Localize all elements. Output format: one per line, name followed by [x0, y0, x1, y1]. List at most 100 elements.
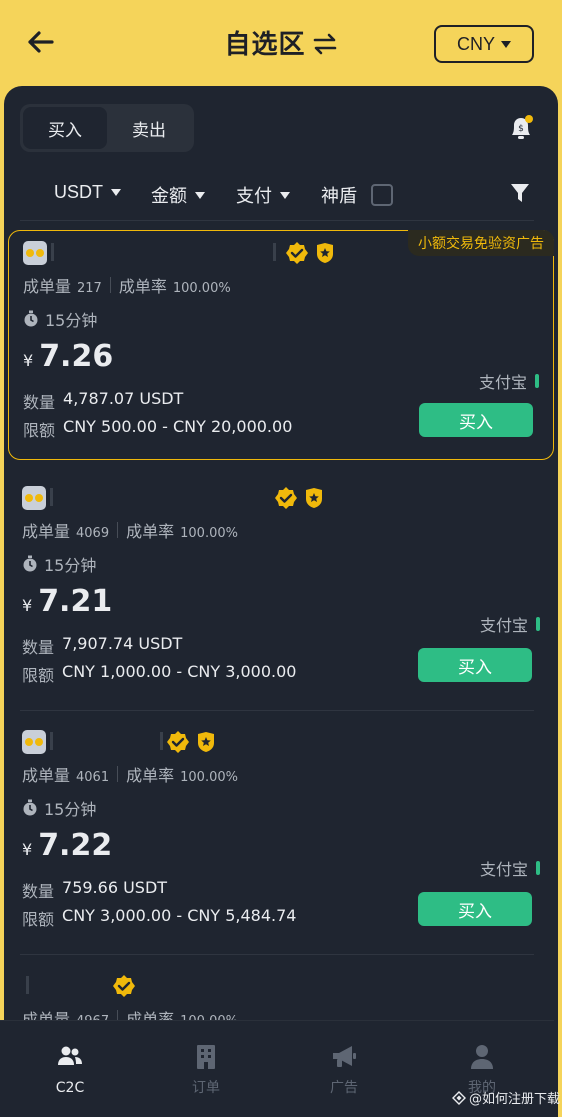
stopwatch-icon: [24, 310, 38, 327]
completion-rate: 100.00%: [180, 770, 238, 785]
payment-color-bar: [535, 374, 539, 388]
chevron-down-icon: [195, 191, 205, 199]
payment-time-text: 15分钟: [44, 800, 97, 819]
tab-label: 订单: [192, 1080, 220, 1096]
ad-card[interactable]: 小额交易免验资广告 成单量 217 成单率 100.00% 15分钟 ¥ 7.2…: [8, 230, 554, 460]
merchant-name-redacted: [26, 976, 29, 994]
buy-button[interactable]: 买入: [419, 403, 533, 437]
completion-rate: 100.00%: [180, 526, 238, 541]
shield-checkbox[interactable]: [371, 184, 393, 206]
chevron-down-icon: [501, 40, 511, 48]
sell-tab[interactable]: 卖出: [107, 107, 191, 149]
price-value: 7.21: [38, 584, 113, 619]
payment-filter-label: 支付: [236, 186, 272, 207]
verified-check-icon: [113, 975, 135, 997]
completion-rate-label: 成单率: [126, 766, 175, 785]
merchant-name-redacted: [50, 732, 53, 750]
buy-button[interactable]: 买入: [418, 892, 532, 926]
limit-value: CNY 500.00 - CNY 20,000.00: [63, 417, 293, 436]
merchant-stats: 成单量 4069 成单率 100.00%: [22, 518, 238, 542]
top-bar: 自选区 CNY: [0, 0, 562, 92]
merchant-stats: 成单量 217 成单率 100.00%: [23, 273, 231, 297]
buy-button[interactable]: 买入: [418, 648, 532, 682]
main-panel: 买入 卖出 $ USDT 金额 支付 神盾 小额交易免验资广告 成单量 217 …: [4, 86, 558, 1117]
orders-count: 4061: [76, 770, 110, 785]
asset-filter-label: USDT: [54, 182, 103, 202]
payment-method-label: 支付宝: [478, 373, 527, 392]
avatar[interactable]: [23, 241, 47, 265]
quantity-value: 4,787.07 USDT: [63, 389, 184, 408]
avatar[interactable]: [22, 486, 46, 510]
divider: [20, 710, 534, 711]
orders-count: 4069: [76, 526, 110, 541]
verified-check-icon: [275, 487, 297, 509]
chevron-down-icon: [280, 191, 290, 199]
swap-icon[interactable]: [312, 33, 338, 55]
verified-check-icon: [167, 731, 189, 753]
stats-separator: [109, 277, 111, 293]
currency-symbol: ¥: [22, 596, 33, 615]
chevron-down-icon: [111, 189, 121, 196]
amount-filter[interactable]: 金额: [151, 182, 205, 208]
trade-side-toggle: 买入 卖出: [20, 104, 194, 152]
quantity-label: 数量: [22, 882, 55, 901]
tab-c2c[interactable]: C2C: [30, 1043, 110, 1096]
watermark: @如何注册下载: [452, 1088, 560, 1107]
tab-label: C2C: [55, 1080, 85, 1096]
limit-value: CNY 3,000.00 - CNY 5,484.74: [62, 906, 297, 925]
tab-orders[interactable]: 订单: [166, 1043, 246, 1097]
shield-filter[interactable]: 神盾: [321, 182, 393, 208]
notification-bell-icon[interactable]: $: [508, 114, 534, 142]
orders-label: 成单量: [22, 522, 71, 541]
payment-filter[interactable]: 支付: [236, 182, 290, 208]
tab-label: 广告: [330, 1080, 358, 1096]
limit-label: 限额: [22, 910, 55, 929]
svg-text:$: $: [518, 124, 524, 134]
limit-label: 限额: [22, 666, 55, 685]
ad-limit: 限额 CNY 500.00 - CNY 20,000.00: [23, 417, 292, 441]
megaphone-icon: [333, 1046, 356, 1067]
currency-symbol: ¥: [22, 840, 33, 859]
buy-tab[interactable]: 买入: [23, 107, 107, 149]
completion-rate: 100.00%: [172, 281, 231, 296]
orders-label: 成单量: [23, 277, 72, 296]
quantity-value: 759.66 USDT: [62, 878, 168, 897]
currency-selector[interactable]: CNY: [434, 25, 534, 63]
currency-symbol: ¥: [23, 351, 34, 370]
divider: [20, 954, 534, 955]
ad-quantity: 数量 4,787.07 USDT: [23, 389, 183, 413]
merchant-name-redacted: [160, 732, 163, 750]
merchant-stats: 成单量 4061 成单率 100.00%: [22, 762, 238, 786]
payment-color-bar: [536, 617, 540, 631]
page-title-text: 自选区: [224, 30, 306, 60]
ad-card[interactable]: 成单量 4069 成单率 100.00% 15分钟 ¥ 7.21 数量 7,90…: [8, 482, 554, 692]
watermark-logo-icon: [452, 1090, 466, 1105]
tab-ads[interactable]: 广告: [304, 1043, 384, 1097]
filter-funnel-icon[interactable]: [510, 182, 530, 204]
verified-check-icon: [286, 242, 308, 264]
payment-time: 15分钟: [23, 307, 97, 331]
stopwatch-icon: [23, 555, 37, 572]
ad-limit: 限额 CNY 3,000.00 - CNY 5,484.74: [22, 906, 296, 930]
payment-time-text: 15分钟: [44, 556, 97, 575]
building-icon: [197, 1045, 215, 1069]
merchant-shield-icon: [306, 488, 322, 508]
completion-rate-label: 成单率: [118, 277, 167, 296]
quantity-label: 数量: [22, 638, 55, 657]
ad-quantity: 数量 759.66 USDT: [22, 878, 167, 902]
asset-filter[interactable]: USDT: [54, 182, 121, 203]
shield-filter-label: 神盾: [321, 186, 357, 207]
payment-time: 15分钟: [22, 796, 96, 820]
avatar[interactable]: [22, 730, 46, 754]
payment-method: 支付宝: [480, 856, 540, 880]
ad-card[interactable]: 成单量 4061 成单率 100.00% 15分钟 ¥ 7.22 数量 759.…: [8, 726, 554, 936]
users-icon: [58, 1046, 82, 1065]
ad-price: ¥ 7.26: [23, 339, 113, 374]
orders-label: 成单量: [22, 766, 71, 785]
payment-method: 支付宝: [480, 612, 540, 636]
quantity-label: 数量: [23, 393, 56, 412]
orders-count: 217: [77, 281, 102, 296]
quantity-value: 7,907.74 USDT: [62, 634, 183, 653]
limit-label: 限额: [23, 421, 56, 440]
ad-price: ¥ 7.22: [22, 828, 112, 863]
